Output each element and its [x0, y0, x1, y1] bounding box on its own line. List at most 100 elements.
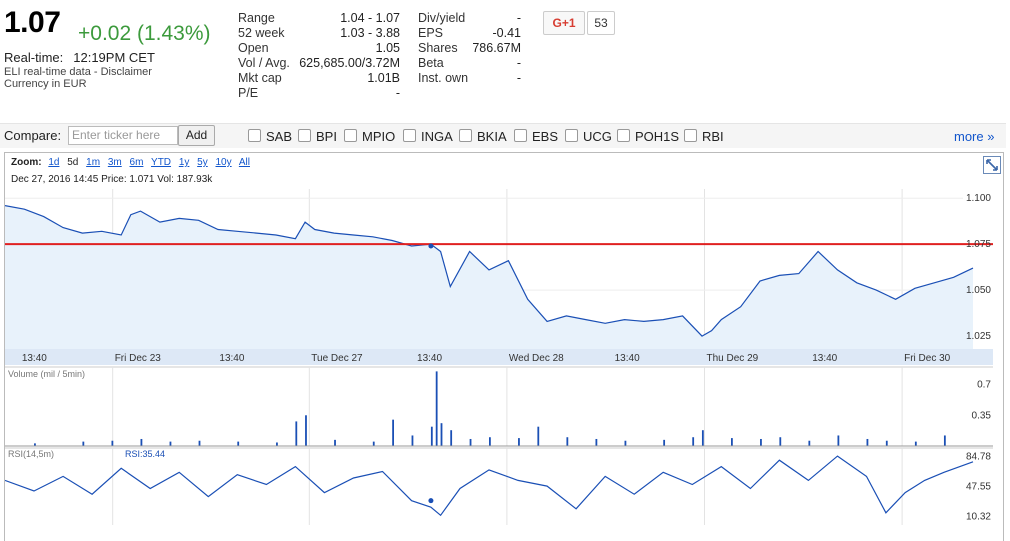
- volume-bar: [537, 426, 540, 446]
- checkbox-icon[interactable]: [344, 129, 357, 142]
- add-ticker-button[interactable]: Add: [178, 125, 215, 146]
- volume-bar: [430, 426, 433, 446]
- volume-bar: [276, 442, 278, 446]
- price-y-tick: 1.050: [966, 285, 991, 296]
- stat-label: EPS: [418, 26, 444, 40]
- compare-ticker-input[interactable]: Enter ticker here: [68, 126, 178, 145]
- volume-bar: [663, 439, 666, 446]
- rsi-hover-point: [428, 498, 434, 504]
- volume-bar: [450, 430, 453, 446]
- volume-bar: [411, 435, 414, 446]
- stat-row: Beta -: [418, 56, 521, 71]
- compare-ticker-poh1s[interactable]: POH1S: [617, 129, 679, 144]
- stat-label: Vol / Avg.: [238, 56, 290, 70]
- stat-label: P/E: [238, 86, 259, 100]
- checkbox-icon[interactable]: [565, 129, 578, 142]
- currency-note: Currency in EUR: [4, 78, 87, 90]
- checkbox-icon[interactable]: [684, 129, 697, 142]
- volume-bar: [392, 419, 394, 446]
- volume-bar: [566, 437, 569, 446]
- volume-bar: [760, 438, 762, 446]
- stat-label: 52 week: [238, 26, 285, 40]
- rsi-y-tick: 47.55: [966, 481, 991, 492]
- ticker-label: EBS: [532, 129, 559, 144]
- rsi-y-tick: 84.78: [966, 451, 991, 462]
- stat-row: P/E -: [238, 86, 400, 101]
- compare-ticker-ebs[interactable]: EBS: [514, 129, 558, 144]
- compare-label: Compare:: [4, 128, 62, 143]
- volume-bar: [692, 437, 695, 446]
- stat-value: -: [395, 86, 400, 100]
- volume-bar: [140, 438, 143, 446]
- volume-y-tick: 0.7: [977, 380, 991, 391]
- stat-label: Inst. own: [418, 71, 469, 85]
- stat-label: Open: [238, 41, 269, 55]
- rsi-y-tick: 10.32: [966, 512, 991, 523]
- time-axis-tick: 13:40: [812, 353, 837, 364]
- time-axis-tick: Thu Dec 29: [707, 353, 759, 364]
- price-y-tick: 1.075: [966, 239, 991, 250]
- compare-ticker-sab[interactable]: SAB: [248, 129, 292, 144]
- time-axis-tick: 13:40: [615, 353, 640, 364]
- ticker-label: MPIO: [362, 129, 396, 144]
- ticker-label: SAB: [266, 129, 293, 144]
- checkbox-icon[interactable]: [248, 129, 261, 142]
- checkbox-icon[interactable]: [514, 129, 527, 142]
- compare-ticker-rbi[interactable]: RBI: [684, 129, 724, 144]
- compare-ticker-inga[interactable]: INGA: [403, 129, 453, 144]
- time-axis-tick: Fri Dec 23: [115, 353, 162, 364]
- stat-value: -0.41: [492, 26, 522, 40]
- realtime-label: Real-time:: [4, 50, 64, 65]
- compare-ticker-ucg[interactable]: UCG: [565, 129, 612, 144]
- stat-row: Range 1.04 - 1.07: [238, 11, 400, 26]
- compare-ticker-mpio[interactable]: MPIO: [344, 129, 395, 144]
- stat-label: Shares: [418, 41, 458, 55]
- time-axis-tick: Tue Dec 27: [311, 353, 363, 364]
- volume-bar: [624, 440, 627, 446]
- stat-value: 1.01B: [367, 71, 400, 85]
- rsi-title: RSI(14,5m): [8, 449, 54, 459]
- compare-ticker-bpi[interactable]: BPI: [298, 129, 337, 144]
- volume-bar: [169, 441, 172, 446]
- volume-bar: [334, 439, 336, 446]
- more-tickers-link[interactable]: more »: [954, 129, 994, 144]
- price-y-tick: 1.100: [966, 193, 991, 204]
- stat-row: Shares 786.67M: [418, 41, 521, 56]
- rsi-value: RSI:35.44: [125, 449, 165, 459]
- volume-bar: [111, 440, 114, 446]
- stat-value: -: [516, 56, 521, 70]
- volume-bar: [372, 441, 375, 446]
- eli-disclaimer[interactable]: ELI real-time data - Disclaimer: [4, 66, 152, 78]
- checkbox-icon[interactable]: [459, 129, 472, 142]
- volume-bar: [305, 415, 307, 446]
- ticker-label: UCG: [583, 129, 612, 144]
- volume-bar: [595, 438, 598, 446]
- stat-row: Vol / Avg. 625,685.00/3.72M: [238, 56, 400, 71]
- gplus-button[interactable]: G+1: [543, 11, 585, 35]
- compare-ticker-bkia[interactable]: BKIA: [459, 129, 507, 144]
- volume-bar: [914, 441, 917, 446]
- hover-point: [428, 243, 434, 249]
- stat-label: Beta: [418, 56, 444, 70]
- checkbox-icon[interactable]: [298, 129, 311, 142]
- ticker-label: RBI: [702, 129, 724, 144]
- stat-row: Open 1.05: [238, 41, 400, 56]
- checkbox-icon[interactable]: [617, 129, 630, 142]
- checkbox-icon[interactable]: [403, 129, 416, 142]
- time-axis-tick: 13:40: [219, 353, 244, 364]
- time-axis-tick: Wed Dec 28: [509, 353, 564, 364]
- realtime-row: Real-time: 12:19PM CET: [4, 50, 155, 65]
- volume-bar: [779, 437, 782, 446]
- stat-value: 1.04 - 1.07: [340, 11, 400, 25]
- stat-row: 52 week 1.03 - 3.88: [238, 26, 400, 41]
- ticker-label: POH1S: [635, 129, 680, 144]
- stat-label: Div/yield: [418, 11, 466, 25]
- stats-left: Range 1.04 - 1.07 52 week 1.03 - 3.88 Open…: [238, 11, 400, 101]
- volume-bar: [731, 438, 733, 446]
- stock-chart[interactable]: 1.100 1.075 1.050 1.025 13:40 Fri Dec 23 13:40…: [5, 153, 1003, 541]
- volume-title: Volume (mil / 5min): [8, 369, 85, 379]
- quote-change: +0.02 (1.43%): [78, 22, 211, 45]
- stat-value: -: [516, 11, 521, 25]
- volume-bar: [198, 440, 201, 446]
- price-y-tick: 1.025: [966, 331, 991, 342]
